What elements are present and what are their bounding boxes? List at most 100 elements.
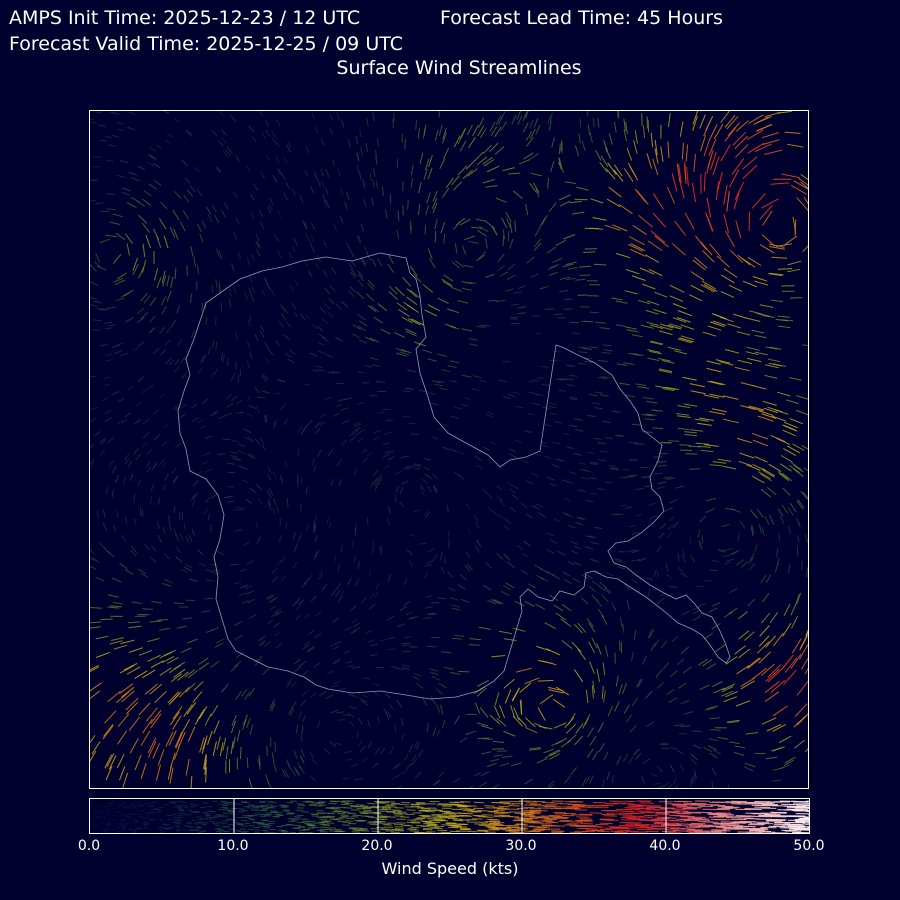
streamline-segment — [750, 509, 758, 519]
streamline-segment — [632, 224, 647, 236]
streamline-segment — [601, 376, 611, 379]
streamline-segment — [611, 602, 617, 612]
streamline-segment — [147, 153, 156, 159]
streamline-segment — [253, 183, 258, 191]
streamline-segment — [132, 346, 140, 352]
streamline-segment — [371, 364, 381, 367]
streamline-segment — [95, 576, 105, 582]
streamline-segment — [463, 264, 474, 268]
streamline-segment — [210, 524, 212, 533]
streamline-segment — [802, 344, 808, 346]
streamline-segment — [669, 499, 678, 504]
streamline-segment — [104, 417, 113, 423]
streamline-segment — [326, 516, 329, 524]
streamline-segment — [634, 752, 642, 760]
streamline-segment — [620, 504, 628, 507]
streamline-segment — [667, 524, 674, 531]
streamline-segment — [459, 737, 468, 743]
streamline-segment — [733, 751, 745, 757]
streamline-segment — [419, 542, 427, 545]
streamline-segment — [382, 408, 391, 411]
streamline-segment — [563, 578, 572, 585]
streamline-segment — [711, 408, 727, 413]
wind-speed-colorbar — [89, 798, 810, 834]
streamline-segment — [116, 272, 128, 280]
streamline-segment — [132, 257, 138, 271]
streamline-segment — [384, 693, 392, 699]
streamline-segment — [202, 735, 208, 751]
streamline-segment — [634, 130, 638, 144]
map-panel[interactable] — [89, 110, 809, 789]
streamline-segment — [377, 411, 384, 414]
streamline-segment — [625, 326, 637, 330]
streamline-segment — [758, 523, 763, 534]
streamline-segment — [295, 604, 302, 610]
streamline-segment — [342, 650, 351, 655]
streamline-segment — [201, 302, 204, 312]
streamline-segment — [641, 476, 651, 478]
streamline-segment — [314, 534, 318, 543]
streamline-segment — [520, 569, 529, 576]
streamline-segment — [506, 481, 513, 487]
streamline-segment — [604, 437, 614, 439]
streamline-segment — [159, 651, 173, 659]
streamline-segment — [136, 316, 145, 324]
streamline-segment — [102, 509, 106, 518]
streamline-segment — [291, 701, 297, 709]
streamline-segment — [451, 607, 462, 611]
streamline-segment — [568, 424, 578, 428]
streamline-segment — [261, 390, 270, 394]
streamline-segment — [240, 688, 248, 697]
streamline-segment — [331, 267, 337, 275]
streamline-segment — [273, 420, 275, 429]
streamline-segment — [128, 111, 136, 115]
streamline-segment — [541, 406, 550, 410]
streamline-segment — [168, 693, 180, 706]
streamline-segment — [161, 656, 175, 664]
streamline-segment — [370, 480, 375, 488]
streamline-segment — [652, 193, 664, 210]
streamline-segment — [728, 607, 738, 615]
streamline-segment — [527, 412, 535, 416]
streamline-segment — [394, 332, 406, 338]
streamline-segment — [354, 527, 357, 536]
streamline-segment — [373, 168, 376, 178]
streamline-segment — [123, 289, 134, 297]
streamline-segment — [591, 594, 599, 602]
streamline-segment — [369, 592, 375, 600]
streamline-segment — [322, 318, 329, 324]
streamline-segment — [264, 774, 270, 785]
streamline-segment — [309, 775, 317, 782]
streamline-segment — [217, 415, 226, 420]
streamline-segment — [221, 683, 229, 693]
streamline-segment — [417, 128, 420, 139]
streamline-segment — [566, 446, 575, 450]
streamline-segment — [241, 479, 249, 484]
streamline-segment — [360, 448, 368, 454]
streamline-segment — [590, 558, 599, 563]
streamline-segment — [213, 720, 220, 734]
streamline-segment — [577, 362, 587, 365]
streamline-segment — [531, 472, 539, 477]
streamline-segment — [757, 641, 770, 654]
streamline-segment — [107, 550, 115, 558]
streamline-segment — [115, 232, 126, 241]
streamline-segment — [369, 357, 379, 361]
streamline-segment — [214, 214, 220, 224]
streamline-segment — [708, 738, 718, 742]
streamline-segment — [527, 381, 535, 384]
streamline-segment — [128, 716, 140, 731]
streamline-segment — [172, 210, 180, 221]
streamline-segment — [406, 549, 414, 556]
streamline-segment — [441, 187, 450, 198]
streamline-segment — [547, 177, 549, 189]
streamline-segment — [462, 169, 473, 180]
streamline-segment — [121, 191, 130, 196]
streamline-segment — [174, 190, 182, 199]
streamline-segment — [366, 118, 369, 127]
streamline-segment — [237, 443, 245, 448]
streamline-segment — [105, 766, 113, 781]
streamline-segment — [644, 418, 656, 421]
streamline-segment — [656, 486, 666, 489]
streamline-segment — [169, 664, 181, 674]
